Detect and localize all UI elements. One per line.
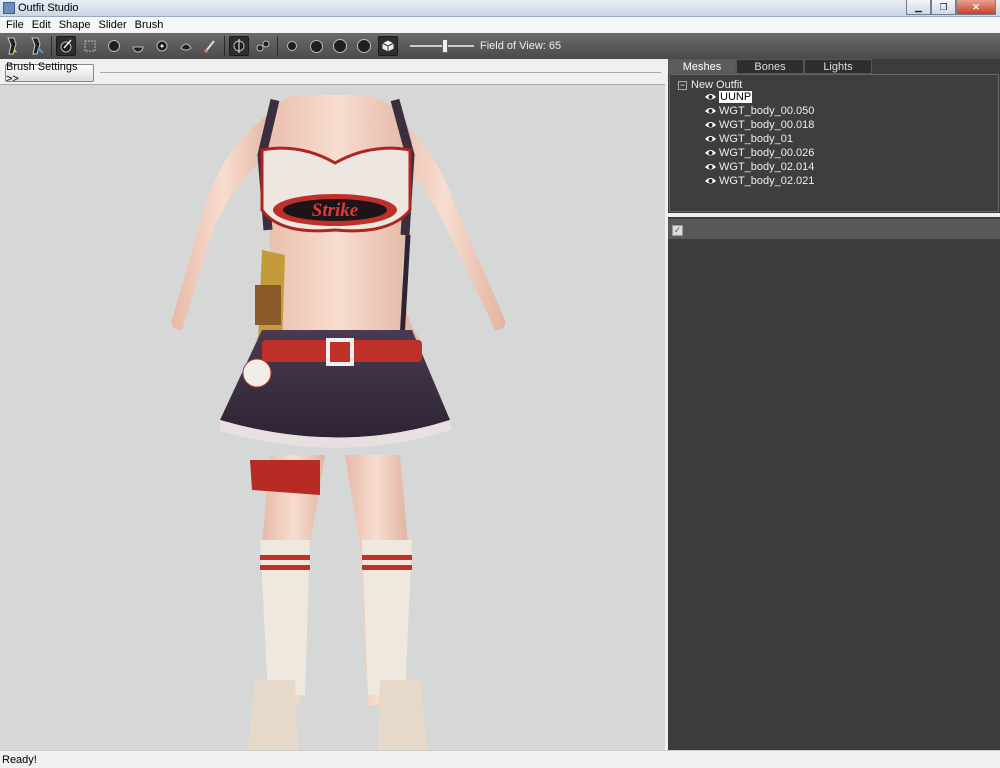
app-icon — [3, 2, 15, 14]
outfit-model-render: Strike — [171, 95, 506, 750]
inflate-brush-icon[interactable] — [104, 36, 124, 56]
menu-edit[interactable]: Edit — [28, 19, 55, 31]
tree-item-label: UUNP — [719, 90, 753, 103]
tree-item-label: WGT_body_00.018 — [719, 118, 815, 131]
brush-settings-button[interactable]: Brush Settings >> — [5, 61, 94, 85]
enable-textures-icon[interactable] — [354, 36, 374, 56]
load-reference-icon[interactable] — [3, 36, 23, 56]
tree-item[interactable]: WGT_body_02.021 — [704, 174, 814, 187]
svg-text:Strike: Strike — [312, 200, 359, 221]
tree-item-label: WGT_body_01 — [719, 132, 793, 145]
visibility-eye-icon[interactable] — [704, 132, 717, 145]
tab-bones[interactable]: Bones — [736, 59, 804, 74]
status-bar: Ready! — [0, 750, 1000, 768]
slider-panel-header: ✓ — [668, 219, 1000, 239]
tree-item-label: WGT_body_02.014 — [719, 160, 815, 173]
weight-brush-icon[interactable] — [200, 36, 220, 56]
cube-view-icon[interactable] — [378, 36, 398, 56]
transform-icon[interactable] — [229, 36, 249, 56]
collapse-icon[interactable]: − — [678, 80, 687, 90]
move-brush-icon[interactable] — [152, 36, 172, 56]
edit-mode-icon[interactable] — [282, 36, 302, 56]
mesh-tree[interactable]: − New Outfit UUNP WGT_body_00.050 WGT_bo… — [669, 74, 999, 212]
menu-file[interactable]: File — [2, 19, 28, 31]
enable-lighting-icon[interactable] — [330, 36, 350, 56]
deflate-brush-icon[interactable] — [128, 36, 148, 56]
tree-item-label: WGT_body_02.021 — [719, 174, 815, 187]
mask-brush-icon[interactable] — [80, 36, 100, 56]
viewport-header: Brush Settings >> — [0, 59, 665, 85]
status-text: Ready! — [2, 753, 37, 766]
visibility-eye-icon[interactable] — [704, 174, 717, 187]
load-outfit-icon[interactable] — [27, 36, 47, 56]
3d-viewport[interactable]: Strike — [0, 85, 665, 750]
smooth-brush-icon[interactable] — [176, 36, 196, 56]
visibility-eye-icon[interactable] — [704, 160, 717, 173]
show-wireframe-icon[interactable] — [306, 36, 326, 56]
visibility-eye-icon[interactable] — [704, 90, 717, 103]
visibility-eye-icon[interactable] — [704, 118, 717, 131]
select-brush-icon[interactable] — [56, 36, 76, 56]
menu-slider[interactable]: Slider — [95, 19, 131, 31]
tree-item[interactable]: WGT_body_01 — [704, 132, 793, 145]
minimize-button[interactable]: ▁ — [906, 0, 931, 15]
visibility-eye-icon[interactable] — [704, 104, 717, 117]
vertex-select-icon[interactable] — [253, 36, 273, 56]
tab-lights[interactable]: Lights — [804, 59, 872, 74]
tree-item-label: WGT_body_00.050 — [719, 104, 815, 117]
panel-tabs: Meshes Bones Lights — [668, 59, 1000, 74]
menu-brush[interactable]: Brush — [131, 19, 168, 31]
menu-bar: File Edit Shape Slider Brush — [0, 17, 1000, 33]
maximize-button[interactable]: ❐ — [931, 0, 956, 15]
field-of-view-slider-thumb[interactable] — [441, 39, 448, 53]
field-of-view-label: Field of View: 65 — [480, 40, 562, 52]
tree-item[interactable]: UUNP — [704, 90, 753, 103]
tree-item[interactable]: WGT_body_00.018 — [704, 118, 814, 131]
tree-item-label: WGT_body_00.026 — [719, 146, 815, 159]
toolbar: Field of View: 65 — [0, 33, 1000, 59]
title-bar: Outfit Studio ▁ ❐ ✕ — [0, 0, 1000, 17]
tree-item[interactable]: WGT_body_00.026 — [704, 146, 814, 159]
field-of-view-slider[interactable] — [410, 36, 474, 56]
tree-item[interactable]: WGT_body_00.050 — [704, 104, 814, 117]
tab-meshes[interactable]: Meshes — [668, 59, 736, 74]
close-button[interactable]: ✕ — [956, 0, 996, 15]
tree-item[interactable]: WGT_body_02.014 — [704, 160, 814, 173]
slider-panel: ✓ — [668, 217, 1000, 750]
right-pane: Meshes Bones Lights − New Outfit UUNP WG… — [668, 59, 1000, 750]
visibility-eye-icon[interactable] — [704, 146, 717, 159]
window-title: Outfit Studio — [18, 2, 79, 14]
menu-shape[interactable]: Shape — [55, 19, 95, 31]
slider-checkbox[interactable]: ✓ — [672, 225, 683, 236]
